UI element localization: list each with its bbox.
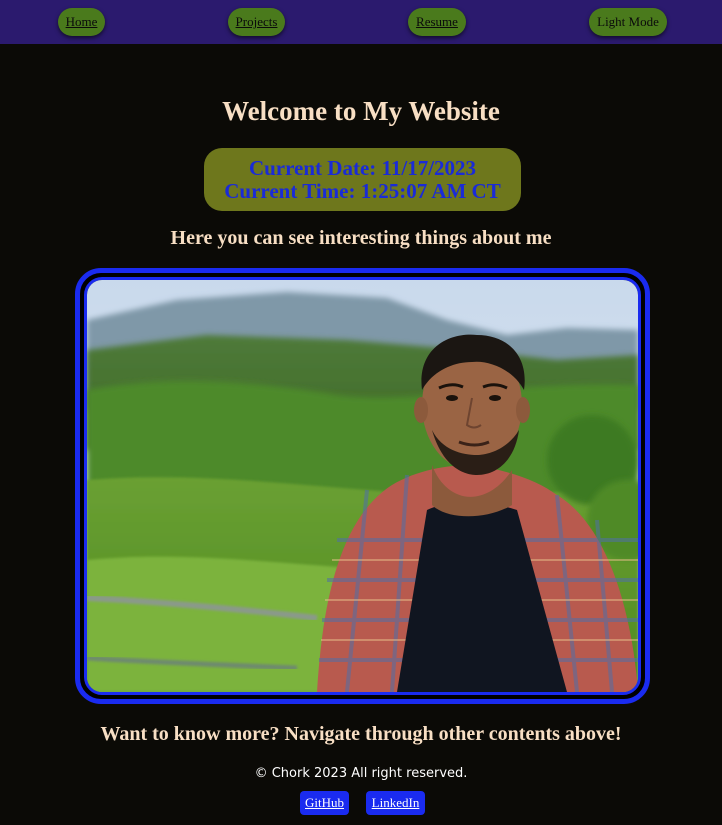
github-link-label: GitHub — [305, 795, 344, 810]
profile-photo — [84, 277, 641, 695]
profile-photo-frame — [75, 268, 650, 704]
intro-subtitle: Here you can see interesting things abou… — [170, 227, 552, 249]
github-link[interactable]: GitHub — [300, 791, 349, 815]
current-time: Current Time: 1:25:07 AM CT — [224, 178, 501, 203]
linkedin-link-label: LinkedIn — [371, 795, 420, 810]
footer-copyright: © Chork 2023 All right reserved. — [254, 766, 468, 781]
light-mode-button[interactable]: Light Mode — [589, 8, 667, 36]
page-title: Welcome to My Website — [222, 96, 500, 126]
nav-projects-link[interactable]: Projects — [228, 8, 285, 36]
light-mode-label: Light Mode — [597, 14, 659, 29]
current-date: Current Date: 11/17/2023 — [248, 155, 477, 180]
nav-home-label: Home — [65, 14, 98, 29]
top-navbar: Home Projects Resume Light Mode — [0, 0, 722, 44]
linkedin-link[interactable]: LinkedIn — [366, 791, 425, 815]
nav-resume-label: Resume — [416, 14, 458, 29]
datetime-panel: Current Date: 11/17/2023 Current Time: 1… — [204, 148, 521, 211]
navigate-hint: Want to know more? Navigate through othe… — [100, 723, 622, 745]
nav-resume-link[interactable]: Resume — [408, 8, 466, 36]
nav-projects-label: Projects — [235, 14, 278, 29]
profile-photo-illustration — [87, 280, 638, 692]
nav-home-link[interactable]: Home — [58, 8, 105, 36]
